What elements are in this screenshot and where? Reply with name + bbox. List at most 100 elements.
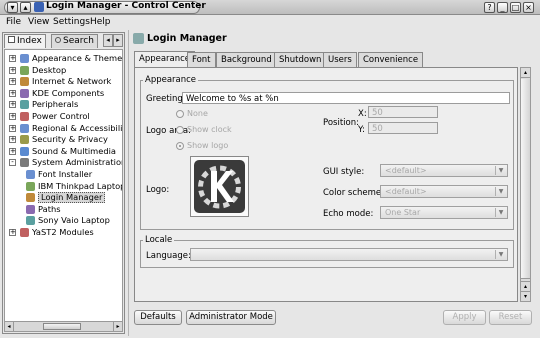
expand-icon[interactable]: + [9,147,16,155]
module-icon [20,228,29,237]
scroll-right-arrow[interactable]: ▸ [113,322,122,331]
tab-shutdown[interactable]: Shutdown [274,52,327,67]
sidebar-item[interactable]: + Power Control [5,111,122,122]
sidebar-item-label: Desktop [32,64,67,75]
sidebar-item-label: Login Manager [38,192,106,204]
scroll-up-arrow-lower[interactable]: ▴ [521,281,530,291]
sidebar-item[interactable]: + Regional & Accessibility [5,122,123,134]
collapse-icon[interactable]: - [9,159,16,167]
sidebar-item[interactable]: + Security & Privacy [5,134,122,145]
language-select[interactable]: ▼ [190,248,508,261]
gui-style-select[interactable]: <default> ▼ [380,164,508,177]
logo-button[interactable] [190,156,249,217]
tab-index[interactable]: Index [4,34,46,48]
module-icon [20,77,29,87]
menu-settings[interactable]: Settings [53,17,90,27]
sidebar-item[interactable]: + Internet & Network [5,76,122,87]
sidebar-item[interactable]: Font Installer [5,169,122,180]
sidebar-item-label: System Administration [32,157,123,168]
page-title: Login Manager [147,33,227,44]
sidebar-item-label: Appearance & Themes [32,53,123,63]
tab-convenience[interactable]: Convenience [358,52,424,67]
sidebar-item[interactable]: + YaST2 Modules [5,227,122,238]
logo-area-none-radio[interactable] [176,110,184,118]
expand-icon[interactable]: + [9,89,16,97]
sidebar-item[interactable]: Sony Vaio Laptop [5,215,122,226]
module-icon [20,123,29,133]
module-icon [20,135,29,145]
menu-help[interactable]: Help [90,17,111,27]
minimize-button[interactable]: _ [497,2,508,13]
echo-mode-select[interactable]: One Star ▼ [380,206,508,219]
sidebar-item[interactable]: Paths [5,204,122,215]
tab-users[interactable]: Users [323,52,357,67]
sidebar-item[interactable]: + Desktop [5,64,122,76]
login-manager-icon [133,33,144,44]
scroll-left-arrow[interactable]: ◂ [5,322,14,331]
help-button[interactable]: ? [484,2,495,13]
module-icon [26,216,35,226]
sidebar-item[interactable]: IBM Thinkpad Laptop [5,181,122,192]
expand-icon[interactable]: + [9,66,16,74]
color-scheme-select[interactable]: <default> ▼ [380,185,508,198]
color-scheme-label: Color scheme: [323,188,384,198]
sidebar-item[interactable]: + Appearance & Themes [5,53,123,64]
maximize-button[interactable]: □ [510,2,521,13]
scroll-thumb[interactable] [43,323,81,330]
splitter[interactable] [128,30,129,336]
echo-mode-value: One Star [385,208,421,217]
expand-icon[interactable]: + [9,78,16,86]
tab-background[interactable]: Background [216,52,277,67]
scroll-up-arrow[interactable]: ▴ [521,68,530,78]
position-y-input[interactable]: 50 [368,122,438,134]
tab-appearance[interactable]: Appearance [134,51,196,67]
expand-icon[interactable]: + [9,113,16,120]
position-x-input[interactable]: 50 [368,106,438,118]
expand-icon[interactable]: + [9,101,16,109]
sticky-button[interactable]: ▴ [20,2,31,13]
tree-horizontal-scrollbar[interactable]: ◂ ▸ [5,321,122,331]
sidebar-item-label: YaST2 Modules [32,227,94,237]
sidebar-item[interactable]: Login Manager [5,192,122,204]
logo-area-logo-label: Show logo [187,141,229,150]
language-label: Language: [146,251,191,261]
tab-search[interactable]: Search [51,34,98,48]
administrator-mode-button[interactable]: Administrator Mode [186,310,276,325]
scroll-thumb[interactable] [521,79,530,279]
module-icon [20,54,29,63]
index-icon [8,36,15,43]
color-scheme-value: <default> [385,187,427,196]
module-icon [26,193,35,203]
module-icon [20,112,29,121]
tab-scroll-left-button[interactable]: ◂ [103,34,113,47]
greeting-input[interactable]: Welcome to %s at %n [182,92,510,104]
panel-vertical-scrollbar[interactable]: ▴ ▴ ▾ [520,67,531,302]
expand-icon[interactable]: + [9,229,16,236]
gui-style-label: GUI style: [323,167,365,177]
kcontrol-app-icon [34,2,44,12]
apply-button[interactable]: Apply [443,310,486,325]
sidebar-item[interactable]: + Peripherals [5,99,122,110]
menu-view[interactable]: View [28,17,49,27]
module-icon [26,181,35,191]
logo-area-logo-radio[interactable] [176,142,184,150]
sidebar-item[interactable]: + KDE Components [5,88,122,99]
scroll-down-arrow[interactable]: ▾ [521,291,530,301]
reset-button[interactable]: Reset [489,310,532,325]
defaults-button[interactable]: Defaults [134,310,182,325]
logo-area-clock-radio[interactable] [176,126,184,134]
tab-font[interactable]: Font [187,52,216,67]
module-icon [26,170,35,179]
sidebar-item[interactable]: + Sound & Multimedia [5,146,122,157]
expand-icon[interactable]: + [9,55,16,62]
close-button[interactable]: × [523,2,534,13]
logo-area-clock-label: Show clock [187,125,232,134]
expand-icon[interactable]: + [9,124,16,132]
sidebar-item-label: Regional & Accessibility [32,122,123,133]
tab-scroll-right-button[interactable]: ▸ [113,34,123,47]
module-tree[interactable]: + Appearance & Themes + Desktop + Internet & … [4,49,123,332]
menu-file[interactable]: File [6,17,21,27]
expand-icon[interactable]: + [9,136,16,144]
sidebar-item[interactable]: - System Administration [5,157,123,168]
window-menu-button[interactable]: ▾ [7,2,18,13]
